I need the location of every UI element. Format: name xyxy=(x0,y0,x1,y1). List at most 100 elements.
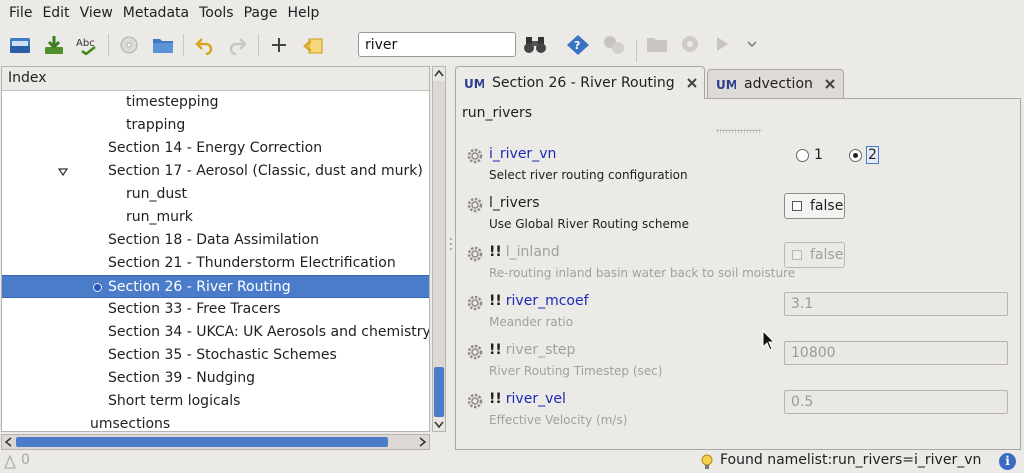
tree-horizontal-scrollbar[interactable] xyxy=(1,434,430,450)
add-button[interactable] xyxy=(265,31,293,59)
radio-button[interactable] xyxy=(849,148,862,162)
variable-name-text[interactable]: i_river_vn xyxy=(489,146,556,162)
tree-item[interactable]: Section 21 - Thunderstorm Electrificatio… xyxy=(2,252,429,275)
tree-item[interactable]: Section 17 - Aerosol (Classic, dust and … xyxy=(2,160,429,183)
variable-name-text[interactable]: river_vel xyxy=(506,391,566,407)
gear-icon[interactable] xyxy=(466,392,484,410)
menu-help[interactable]: Help xyxy=(283,0,325,27)
save-button[interactable] xyxy=(40,31,68,59)
info-icon[interactable]: i xyxy=(999,453,1016,470)
tree-item-label: run_murk xyxy=(126,209,193,225)
spellcheck-icon: Abc xyxy=(76,38,96,55)
scroll-right-button[interactable] xyxy=(415,435,429,449)
pane-splitter[interactable] xyxy=(448,66,454,450)
tree-item-label: Section 18 - Data Assimilation xyxy=(108,232,319,248)
tree-item-label: Section 21 - Thunderstorm Electrificatio… xyxy=(108,255,396,271)
scroll-down-button[interactable] xyxy=(433,417,445,431)
search-input[interactable] xyxy=(358,32,516,57)
gear-icon[interactable] xyxy=(466,245,484,263)
variable-description: Effective Velocity (m/s) xyxy=(489,413,628,427)
tree-item-label: Section 39 - Nudging xyxy=(108,370,255,386)
gear-icon[interactable] xyxy=(466,343,484,361)
gear-icon[interactable] xyxy=(466,294,484,312)
tab-advection[interactable]: UM advection xyxy=(707,69,844,98)
close-tab-icon[interactable] xyxy=(685,76,699,90)
undo-button[interactable] xyxy=(190,31,218,59)
tree-item-label: timestepping xyxy=(126,94,219,110)
menu-file[interactable]: File xyxy=(4,0,37,27)
expander-open-icon[interactable] xyxy=(58,167,68,177)
scroll-thumb[interactable] xyxy=(16,437,388,447)
spellcheck-button[interactable]: Abc xyxy=(74,31,102,59)
chevron-down-icon xyxy=(747,41,757,48)
radio-option-1[interactable]: 1 xyxy=(796,147,823,163)
save-download-icon xyxy=(45,36,63,54)
variable-row-river-step: !! river_step River Routing Timestep (sec)… xyxy=(456,339,1022,388)
logical-toggle-button[interactable]: false xyxy=(784,193,845,219)
lightbulb-icon xyxy=(701,454,713,469)
tab-label: advection xyxy=(744,76,813,92)
tree-item-label: trapping xyxy=(126,117,186,133)
run-options-button[interactable] xyxy=(745,37,759,55)
disc-button[interactable] xyxy=(115,31,143,59)
revert-button[interactable] xyxy=(299,31,327,59)
open-button[interactable] xyxy=(6,31,34,59)
gear-icon[interactable] xyxy=(466,196,484,214)
tab-section-26[interactable]: UM Section 26 - River Routing xyxy=(455,66,705,99)
menu-tools[interactable]: Tools xyxy=(194,0,239,27)
tree-item[interactable]: trapping xyxy=(2,114,429,137)
menu-bar: File Edit View Metadata Tools Page Help xyxy=(0,0,1024,27)
trigger-ignored-marker: !! xyxy=(489,244,502,260)
radio-button[interactable] xyxy=(796,148,809,162)
macro-button[interactable] xyxy=(602,34,626,60)
scroll-thumb[interactable] xyxy=(434,367,444,417)
variable-row-river-vel: !! river_vel Effective Velocity (m/s) 0.5 xyxy=(456,388,1022,437)
variable-description: River Routing Timestep (sec) xyxy=(489,364,663,378)
validate-button[interactable]: ? xyxy=(566,34,590,60)
menu-metadata[interactable]: Metadata xyxy=(118,0,194,27)
gray-folder-button[interactable] xyxy=(646,34,668,58)
tree-item[interactable]: run_dust xyxy=(2,183,429,206)
gear-icon[interactable] xyxy=(466,147,484,165)
close-tab-icon[interactable] xyxy=(823,77,837,91)
run-button[interactable] xyxy=(712,34,732,58)
menu-view[interactable]: View xyxy=(75,0,118,27)
radio-option-2[interactable]: 2 xyxy=(849,146,879,164)
scroll-left-button[interactable] xyxy=(2,435,16,449)
redo-button[interactable] xyxy=(224,31,252,59)
tree-panel: Index timestepping trapping Section 14 - E… xyxy=(1,66,430,432)
variable-name-text: l_inland xyxy=(505,244,560,260)
tree-item[interactable]: Section 26 - River Routing xyxy=(2,275,429,298)
error-count-icon xyxy=(4,455,16,469)
toolbar-separator xyxy=(183,34,184,56)
variable-name: !! river_mcoef xyxy=(489,293,589,309)
tree-item[interactable]: Section 34 - UKCA: UK Aerosols and chemi… xyxy=(2,321,429,344)
find-button[interactable] xyxy=(523,34,547,60)
tree-item-label: Short term logicals xyxy=(108,393,241,409)
scroll-up-button[interactable] xyxy=(433,67,445,81)
suite-button[interactable] xyxy=(679,34,701,58)
tree-item[interactable]: run_murk xyxy=(2,206,429,229)
menu-edit[interactable]: Edit xyxy=(37,0,74,27)
tree-item[interactable]: Section 14 - Energy Correction xyxy=(2,137,429,160)
toolbar-separator xyxy=(108,34,109,56)
value-field: 0.5 xyxy=(784,390,1008,414)
toolbar-separator xyxy=(258,34,259,56)
variable-name-text[interactable]: river_mcoef xyxy=(506,293,589,309)
tree-item[interactable]: Section 18 - Data Assimilation xyxy=(2,229,429,252)
folder-button[interactable] xyxy=(149,31,177,59)
menu-page[interactable]: Page xyxy=(239,0,283,27)
tree-item-label: Section 34 - UKCA: UK Aerosols and chemi… xyxy=(108,324,430,340)
checkbox[interactable] xyxy=(792,201,802,211)
tree-item[interactable]: Section 33 - Free Tracers xyxy=(2,298,429,321)
tree-vertical-scrollbar[interactable] xyxy=(432,66,446,432)
variable-description: Meander ratio xyxy=(489,315,574,329)
tree-item[interactable]: timestepping xyxy=(2,91,429,114)
svg-text:Abc: Abc xyxy=(76,38,95,49)
tree-item[interactable]: umsections xyxy=(2,413,429,431)
selected-marker-icon xyxy=(93,283,102,292)
variable-description: Re-routing inland basin water back to so… xyxy=(489,266,796,280)
tree-item[interactable]: Section 39 - Nudging xyxy=(2,367,429,390)
tree-item[interactable]: Short term logicals xyxy=(2,390,429,413)
tree-item[interactable]: Section 35 - Stochastic Schemes xyxy=(2,344,429,367)
